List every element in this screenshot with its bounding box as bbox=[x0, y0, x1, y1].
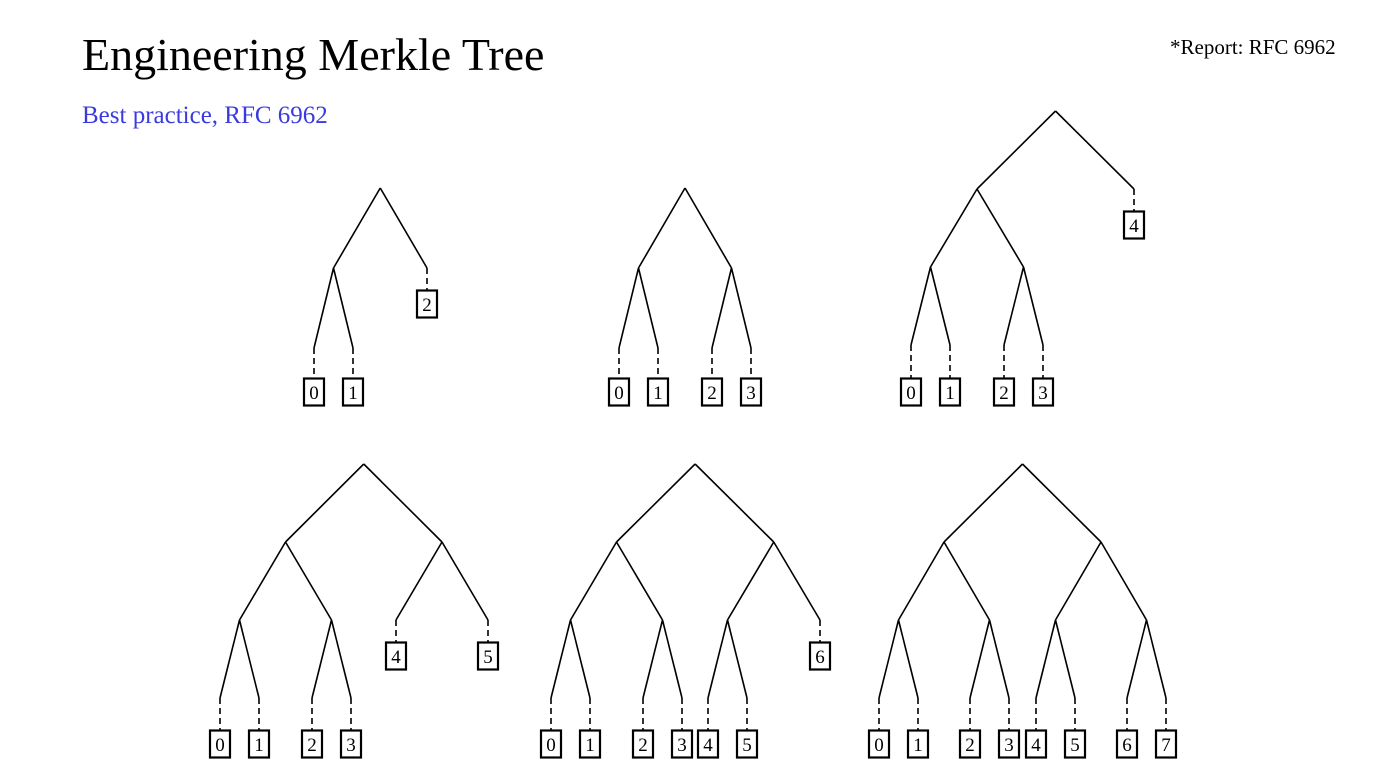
leaf-label: 2 bbox=[638, 735, 648, 756]
tree-edge bbox=[284, 541, 333, 621]
tree-edge bbox=[441, 541, 489, 621]
tree-edge bbox=[969, 619, 991, 699]
tree-edge bbox=[1054, 110, 1135, 190]
tree-edge bbox=[313, 267, 335, 349]
tree-edge bbox=[330, 619, 352, 699]
leaf-label: 4 bbox=[1129, 216, 1139, 237]
leaf-label: 5 bbox=[1070, 735, 1080, 756]
tree-edge bbox=[618, 267, 640, 349]
leaf-label: 4 bbox=[1031, 735, 1041, 756]
tree-edge bbox=[284, 463, 365, 543]
leaf-label: 2 bbox=[307, 735, 317, 756]
tree-edge bbox=[238, 541, 287, 621]
tree-edge bbox=[910, 266, 932, 346]
tree-edge bbox=[332, 267, 354, 349]
tree-edge bbox=[1054, 619, 1076, 699]
tree-edge bbox=[711, 267, 733, 349]
tree-edge bbox=[637, 187, 686, 269]
tree-edge bbox=[332, 187, 381, 269]
tree-edge bbox=[238, 619, 260, 699]
leaf-label: 6 bbox=[1122, 735, 1132, 756]
leaf-label: 1 bbox=[254, 735, 264, 756]
tree-edge bbox=[569, 619, 591, 699]
merkle-tree-7-leaves: 0 1 2 3 4 5 6 bbox=[539, 463, 832, 759]
tree-edge bbox=[615, 463, 696, 543]
tree-edge bbox=[988, 619, 1010, 699]
tree-edge bbox=[726, 541, 775, 621]
leaf-label: 3 bbox=[677, 735, 687, 756]
leaf-label: 4 bbox=[391, 647, 401, 668]
leaf-label: 1 bbox=[348, 383, 358, 404]
tree-edge bbox=[773, 541, 821, 621]
leaf-label: 2 bbox=[999, 383, 1009, 404]
tree-edge bbox=[637, 267, 659, 349]
merkle-tree-diagrams: 0 120 1 2 3 0 1 2 340 1 2 34 50 1 2 3 4 560 1 2 3 4 5 6 7 bbox=[208, 110, 1178, 759]
tree-edge bbox=[219, 619, 241, 699]
leaf-label: 0 bbox=[546, 735, 556, 756]
leaf-label: 0 bbox=[215, 735, 225, 756]
leaf-label: 5 bbox=[483, 647, 493, 668]
leaf-label: 0 bbox=[309, 383, 319, 404]
leaf-label: 1 bbox=[945, 383, 955, 404]
merkle-tree-3-leaves: 0 1 2 bbox=[302, 187, 439, 407]
tree-edge bbox=[1100, 541, 1148, 621]
tree-edge bbox=[615, 541, 664, 621]
tree-edge bbox=[897, 541, 945, 621]
leaf-label: 3 bbox=[346, 735, 356, 756]
tree-edge bbox=[694, 463, 775, 543]
tree-edge bbox=[730, 267, 752, 349]
tree-edge bbox=[1145, 619, 1167, 699]
leaf-label: 1 bbox=[653, 383, 663, 404]
merkle-tree-6-leaves: 0 1 2 3 4 5 bbox=[208, 463, 500, 759]
tree-edge bbox=[929, 188, 978, 268]
tree-edge bbox=[976, 110, 1057, 190]
tree-edge bbox=[943, 463, 1024, 543]
tree-edge bbox=[1021, 463, 1102, 543]
tree-edge bbox=[726, 619, 748, 699]
leaf-label: 3 bbox=[1004, 735, 1014, 756]
tree-edge bbox=[661, 619, 683, 699]
tree-edge bbox=[1035, 619, 1057, 699]
leaf-label: 2 bbox=[965, 735, 975, 756]
leaf-label: 6 bbox=[815, 647, 825, 668]
tree-edge bbox=[684, 187, 733, 269]
tree-edge bbox=[1022, 266, 1044, 346]
tree-edge bbox=[1054, 541, 1102, 621]
merkle-tree-5-leaves: 0 1 2 3 4 bbox=[899, 110, 1146, 407]
leaf-label: 2 bbox=[422, 295, 432, 316]
leaf-label: 1 bbox=[585, 735, 595, 756]
leaf-label: 0 bbox=[614, 383, 624, 404]
merkle-tree-4-leaves: 0 1 2 3 bbox=[607, 187, 763, 407]
tree-edge bbox=[897, 619, 919, 699]
leaf-label: 2 bbox=[707, 383, 717, 404]
tree-edge bbox=[1003, 266, 1025, 346]
tree-edge bbox=[311, 619, 333, 699]
leaf-label: 7 bbox=[1161, 735, 1171, 756]
leaf-label: 1 bbox=[913, 735, 923, 756]
tree-edge bbox=[976, 188, 1025, 268]
leaf-label: 0 bbox=[874, 735, 884, 756]
leaf-label: 0 bbox=[906, 383, 916, 404]
tree-edge bbox=[943, 541, 991, 621]
leaf-label: 4 bbox=[703, 735, 713, 756]
tree-edge bbox=[550, 619, 572, 699]
tree-edge bbox=[878, 619, 900, 699]
leaf-label: 5 bbox=[742, 735, 752, 756]
tree-edge bbox=[1126, 619, 1148, 699]
tree-edge bbox=[569, 541, 618, 621]
tree-edge bbox=[707, 619, 729, 699]
tree-edge bbox=[379, 187, 428, 269]
merkle-tree-8-leaves: 0 1 2 34 5 6 7 bbox=[867, 463, 1178, 759]
tree-edge bbox=[642, 619, 664, 699]
tree-edge bbox=[929, 266, 951, 346]
tree-edge bbox=[395, 541, 443, 621]
leaf-label: 3 bbox=[1038, 383, 1048, 404]
tree-edge bbox=[363, 463, 443, 543]
leaf-label: 3 bbox=[746, 383, 756, 404]
